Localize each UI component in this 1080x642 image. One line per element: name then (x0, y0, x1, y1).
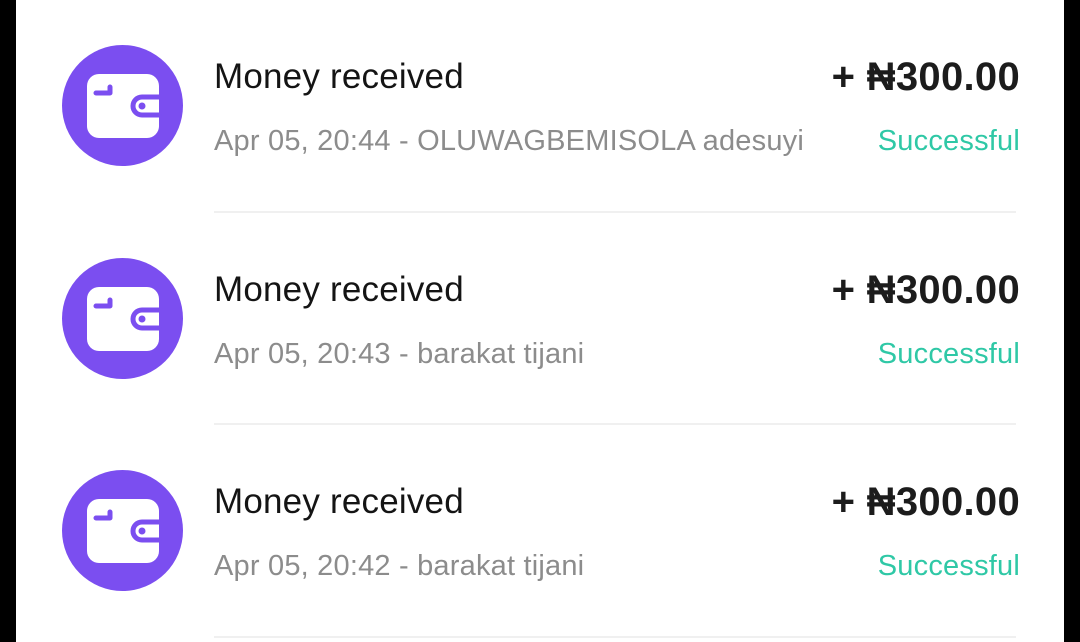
transaction-meta: Apr 05, 20:43 - barakat tijani (214, 337, 585, 370)
transaction-title: Money received (214, 482, 464, 521)
transaction-item[interactable]: Money received + ₦300.00 Apr 05, 20:42 -… (16, 425, 1064, 638)
transaction-meta: Apr 05, 20:42 - barakat tijani (214, 550, 585, 582)
wallet-icon (62, 45, 183, 166)
status-badge: Successful (877, 337, 1020, 370)
transaction-item[interactable]: Money received + ₦300.00 Apr 05, 20:43 -… (16, 213, 1064, 425)
transaction-meta: Apr 05, 20:44 - OLUWAGBEMISOLA adesuyi (214, 125, 805, 157)
transaction-amount: + ₦300.00 (831, 480, 1020, 524)
status-badge: Successful (877, 125, 1020, 157)
wallet-icon (62, 257, 183, 379)
transaction-list: Money received + ₦300.00 Apr 05, 20:44 -… (16, 0, 1064, 638)
transaction-amount: + ₦300.00 (831, 55, 1020, 99)
transaction-title: Money received (214, 57, 464, 96)
transaction-item[interactable]: Money received + ₦300.00 Apr 05, 20:44 -… (16, 0, 1064, 213)
transaction-amount: + ₦300.00 (831, 267, 1020, 312)
wallet-icon (62, 470, 183, 591)
status-badge: Successful (877, 550, 1020, 582)
transaction-history-screen: Money received + ₦300.00 Apr 05, 20:44 -… (16, 0, 1064, 642)
transaction-title: Money received (214, 269, 464, 309)
divider (214, 635, 1016, 638)
